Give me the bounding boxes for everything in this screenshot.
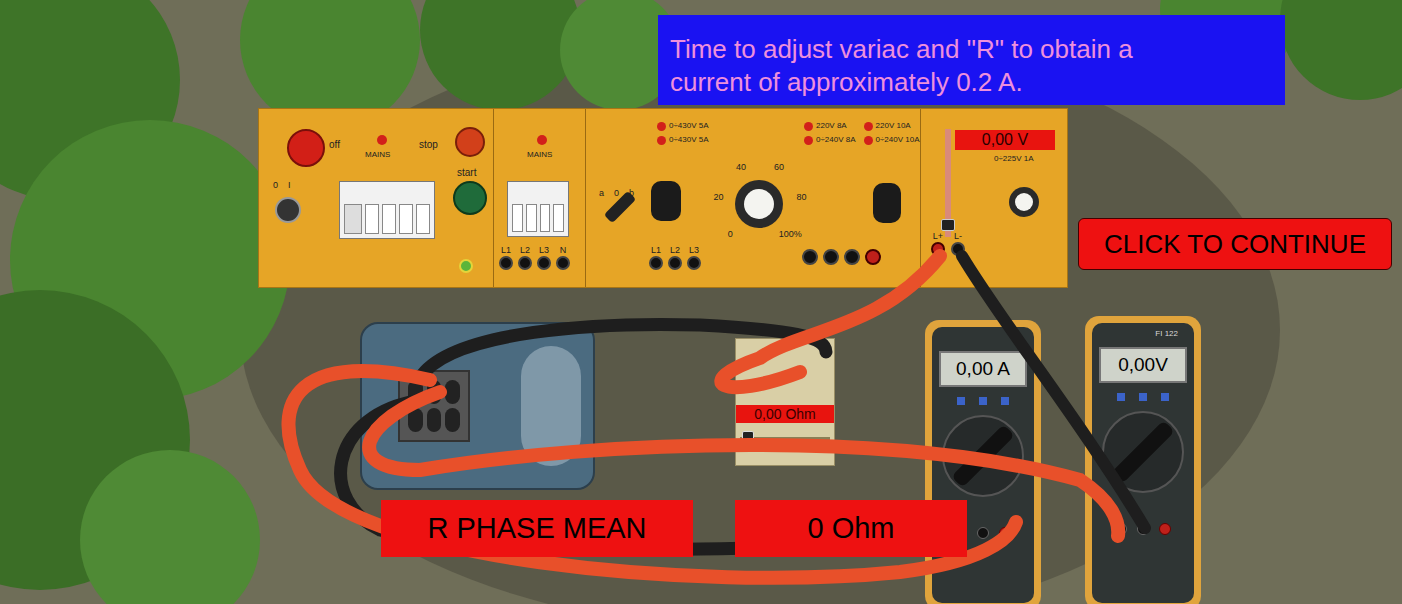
meter-display: 0,00V <box>1099 347 1187 383</box>
socket-label: L3 <box>539 245 549 255</box>
dial-tick: 80 <box>790 191 812 203</box>
selector-label: a <box>599 187 604 201</box>
mains-label: MAINS <box>365 149 390 161</box>
start-label: start <box>457 165 476 180</box>
variac-dial[interactable] <box>735 180 783 228</box>
ground-socket[interactable] <box>459 259 473 273</box>
switch-label: I <box>288 179 291 193</box>
rotary-switch[interactable] <box>873 183 901 223</box>
dial-tick: 100% <box>779 228 801 240</box>
socket-label: L1 <box>501 245 511 255</box>
cables-icon <box>0 0 1402 604</box>
continue-button[interactable]: CLICK TO CONTINUE <box>1078 218 1392 270</box>
start-button[interactable] <box>453 181 487 215</box>
circuit-breaker[interactable] <box>339 181 435 239</box>
socket-label: L3 <box>689 245 699 255</box>
dial-tick: 20 <box>708 191 730 203</box>
simulation-scene: Time to adjust variac and "R" to obtain … <box>0 0 1402 604</box>
socket[interactable]: L2 <box>668 245 682 270</box>
dc-dial[interactable] <box>1009 187 1039 217</box>
instruction-line: current of approximately 0.2 A. <box>670 66 1273 99</box>
socket-label: L2 <box>670 245 680 255</box>
socket[interactable]: L- <box>951 231 965 256</box>
ammeter: 0,00 A <box>925 320 1041 604</box>
rotary-switch[interactable] <box>651 181 681 221</box>
stop-label: stop <box>419 137 438 152</box>
result-label: R PHASE MEAN <box>381 500 693 557</box>
voltmeter: FI 122 0,00V <box>1085 316 1201 604</box>
result-row: R PHASE MEAN 0 Ohm <box>381 500 967 557</box>
socket-label: L1 <box>651 245 661 255</box>
dial-tick: 0 <box>719 228 741 240</box>
indicator-lamp: 0÷430V 5A <box>657 135 709 145</box>
selector-switch[interactable] <box>604 191 637 224</box>
off-button[interactable] <box>287 129 325 167</box>
indicator-lamp: 0÷430V 5A <box>657 121 709 131</box>
resistor-board: 0,00 Ohm <box>735 338 835 466</box>
motor <box>360 322 595 490</box>
dc-slider-knob[interactable] <box>941 219 955 231</box>
socket[interactable]: L2 <box>518 245 532 270</box>
resistor-reading: 0,00 Ohm <box>736 405 834 423</box>
socket[interactable]: N <box>556 245 570 270</box>
resistor-slider-knob[interactable] <box>742 431 754 443</box>
mains-label: MAINS <box>527 149 552 161</box>
key-switch[interactable] <box>275 197 301 223</box>
indicator-lamp: 220V 10A <box>864 121 920 131</box>
resistor-slider <box>736 429 834 447</box>
socket-label: N <box>560 245 567 255</box>
dc-rating: 0÷225V 1A <box>994 153 1034 165</box>
indicator-lamp: 0÷240V 8A <box>804 135 856 145</box>
switch-label: 0 <box>273 179 278 193</box>
meter-display: 0,00 A <box>939 351 1027 387</box>
result-value: 0 Ohm <box>735 500 967 557</box>
terminal-box <box>398 370 470 442</box>
meter-model: FI 122 <box>1155 328 1178 340</box>
dc-reading: 0,00 V <box>955 130 1055 150</box>
socket[interactable]: L3 <box>537 245 551 270</box>
mains-breaker[interactable] <box>507 181 569 237</box>
socket-label: L+ <box>933 231 943 241</box>
socket-label: L2 <box>520 245 530 255</box>
range-dial[interactable] <box>1102 411 1184 493</box>
power-panel: offMAINSstopstart0IMAINSL1L2L3Na0b0÷430V… <box>258 108 1068 288</box>
socket[interactable]: L3 <box>687 245 701 270</box>
socket[interactable]: L1 <box>649 245 663 270</box>
instruction-line: Time to adjust variac and "R" to obtain … <box>670 33 1273 66</box>
dial-tick: 40 <box>730 161 752 173</box>
indicator-lamp: 220V 8A <box>804 121 856 131</box>
dial-tick: 60 <box>768 161 790 173</box>
socket[interactable]: L1 <box>499 245 513 270</box>
range-dial[interactable] <box>942 415 1024 497</box>
instruction-box: Time to adjust variac and "R" to obtain … <box>658 15 1285 105</box>
stop-button[interactable] <box>455 127 485 157</box>
socket-label: L- <box>954 231 962 241</box>
off-label: off <box>329 137 340 152</box>
indicator-lamp: 0÷240V 10A <box>864 135 920 145</box>
socket[interactable]: L+ <box>931 231 945 256</box>
